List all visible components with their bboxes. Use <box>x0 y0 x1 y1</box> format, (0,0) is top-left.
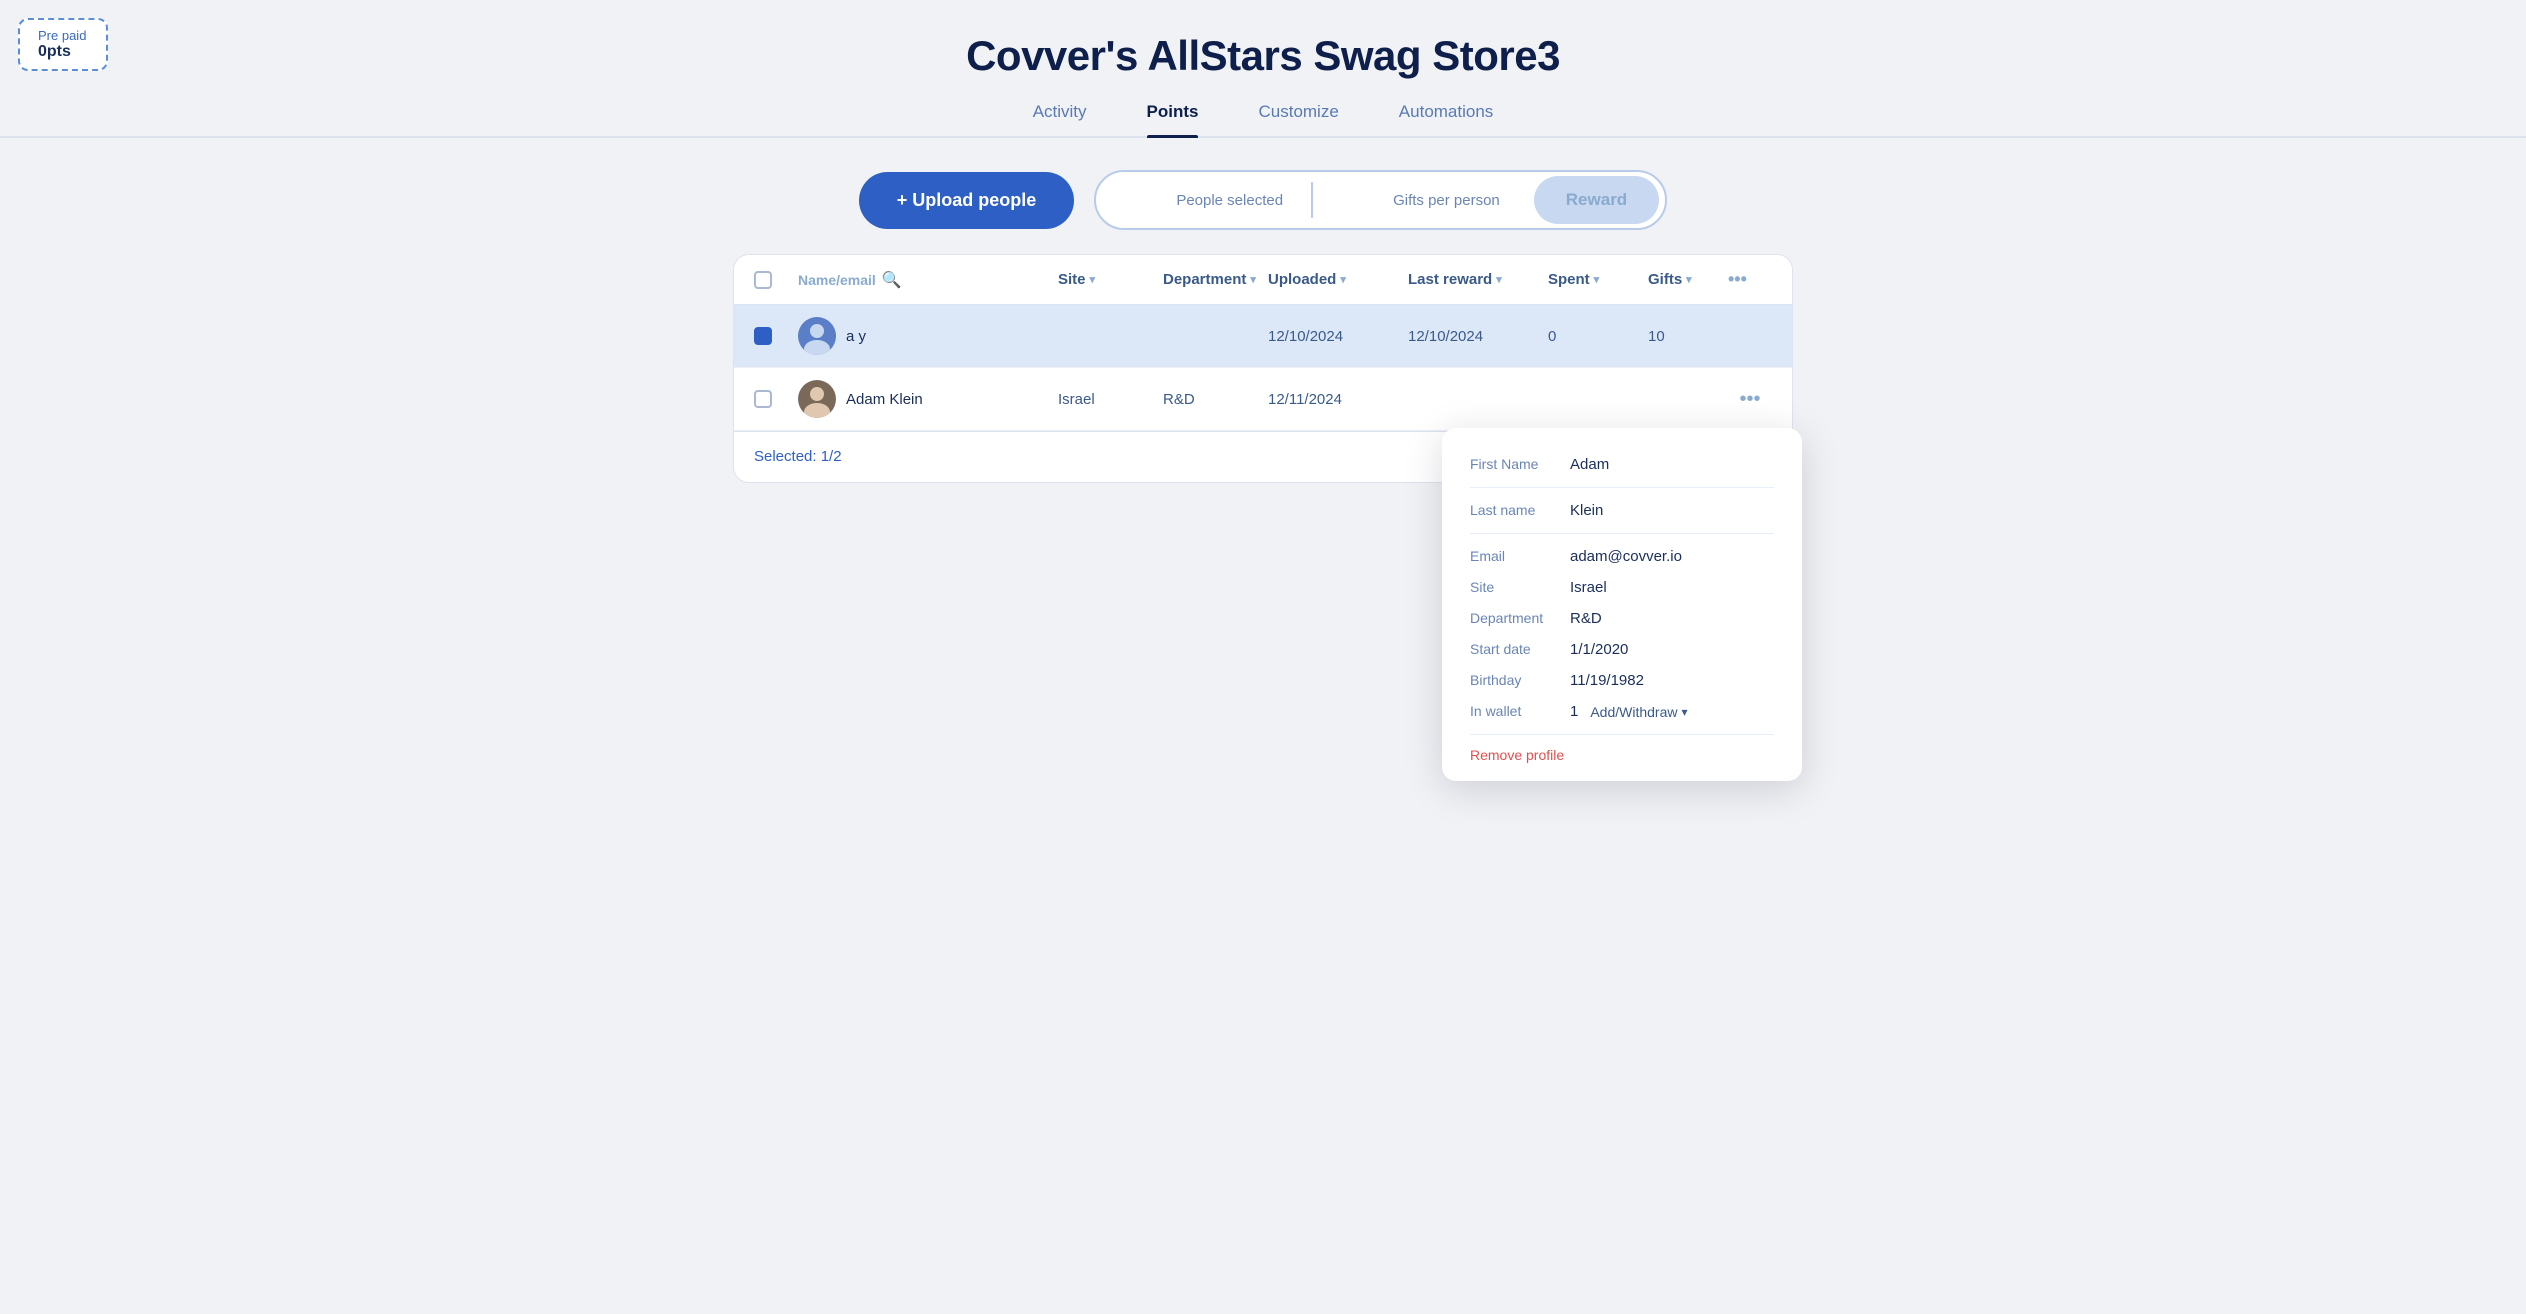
last-reward-sort-icon: ▾ <box>1496 273 1502 286</box>
uploaded-sort-icon: ▾ <box>1340 273 1346 286</box>
row2-department: R&D <box>1163 391 1268 408</box>
table-row: a y 12/10/2024 12/10/2024 0 10 <box>734 305 1792 368</box>
first-name-value: Adam <box>1570 456 1609 473</box>
page-title: Covver's AllStars Swag Store3 <box>0 32 2526 80</box>
people-selected-label: People selected <box>1176 192 1283 209</box>
col-department[interactable]: Department ▾ <box>1163 271 1268 288</box>
people-selected-input[interactable]: 1 <box>1124 187 1164 213</box>
col-site[interactable]: Site ▾ <box>1058 271 1163 288</box>
table-header: Name/email 🔍 Site ▾ Department ▾ Uploade… <box>734 255 1792 305</box>
row1-uploaded: 12/10/2024 <box>1268 328 1408 345</box>
reward-button[interactable]: Reward <box>1534 176 1659 224</box>
email-label: Email <box>1470 548 1560 564</box>
search-icon[interactable]: 🔍 <box>882 270 902 290</box>
spent-sort-icon: ▾ <box>1594 273 1600 286</box>
toolbar-row: + Upload people 1 People selected 0 Gift… <box>733 170 1793 230</box>
add-withdraw-button[interactable]: Add/Withdraw ▾ <box>1590 704 1687 720</box>
col-last-reward[interactable]: Last reward ▾ <box>1408 271 1548 288</box>
row2-person[interactable]: Adam Klein <box>798 380 1058 418</box>
last-name-label: Last name <box>1470 502 1560 518</box>
first-name-label: First Name <box>1470 456 1560 472</box>
site-value: Israel <box>1570 579 1607 596</box>
row1-last-reward: 12/10/2024 <box>1408 328 1548 345</box>
last-name-value: Klein <box>1570 502 1603 519</box>
upload-people-button[interactable]: + Upload people <box>859 172 1075 229</box>
department-label: Department <box>1470 610 1560 626</box>
tab-activity[interactable]: Activity <box>1033 102 1087 136</box>
row2-checkbox[interactable] <box>754 390 798 408</box>
col-gifts[interactable]: Gifts ▾ <box>1648 271 1728 288</box>
start-date-label: Start date <box>1470 641 1560 657</box>
site-sort-icon: ▾ <box>1090 273 1096 286</box>
row2-more-button[interactable]: ••• <box>1728 384 1772 415</box>
row1-person[interactable]: a y <box>798 317 1058 355</box>
prepaid-label: Pre paid <box>38 28 88 43</box>
prepaid-value: 0pts <box>38 43 88 61</box>
site-row: Site Israel <box>1470 579 1774 596</box>
in-wallet-content: 1 Add/Withdraw ▾ <box>1570 703 1688 720</box>
row1-checkbox[interactable] <box>754 327 798 345</box>
selected-count: Selected: 1/2 <box>754 448 842 465</box>
people-selected-segment: 1 People selected <box>1096 187 1311 213</box>
gifts-per-person-segment: 0 Gifts per person <box>1313 187 1528 213</box>
in-wallet-label: In wallet <box>1470 703 1560 719</box>
gifts-sort-icon: ▾ <box>1686 273 1692 286</box>
row2-name: Adam Klein <box>846 391 923 408</box>
table-row: Adam Klein Israel R&D 12/11/2024 ••• Fir… <box>734 368 1792 431</box>
row1-name: a y <box>846 328 866 345</box>
gifts-per-person-label: Gifts per person <box>1393 192 1500 209</box>
gifts-per-person-input[interactable]: 0 <box>1341 187 1381 213</box>
select-all-checkbox[interactable] <box>754 271 798 289</box>
main-content: + Upload people 1 People selected 0 Gift… <box>713 138 1813 515</box>
reward-bar: 1 People selected 0 Gifts per person Rew… <box>1094 170 1667 230</box>
birthday-row: Birthday 11/19/1982 <box>1470 672 1774 689</box>
tab-automations[interactable]: Automations <box>1399 102 1494 136</box>
department-sort-icon: ▾ <box>1250 273 1256 286</box>
row1-spent: 0 <box>1548 328 1648 345</box>
tab-customize[interactable]: Customize <box>1258 102 1338 136</box>
row2-site: Israel <box>1058 391 1163 408</box>
site-label: Site <box>1470 579 1560 595</box>
row2-uploaded: 12/11/2024 <box>1268 391 1408 408</box>
people-table: Name/email 🔍 Site ▾ Department ▾ Uploade… <box>733 254 1793 483</box>
email-row: Email adam@covver.io <box>1470 548 1774 565</box>
first-name-row: First Name Adam <box>1470 456 1774 488</box>
last-name-row: Last name Klein <box>1470 502 1774 534</box>
prepaid-badge: Pre paid 0pts <box>18 18 108 71</box>
person-detail-popup: First Name Adam Last name Klein Email ad… <box>1442 428 1802 781</box>
page-header: Covver's AllStars Swag Store3 Activity P… <box>0 0 2526 138</box>
in-wallet-row: In wallet 1 Add/Withdraw ▾ <box>1470 703 1774 720</box>
department-row: Department R&D <box>1470 610 1774 627</box>
nav-tabs: Activity Points Customize Automations <box>0 102 2526 138</box>
birthday-label: Birthday <box>1470 672 1560 688</box>
birthday-value: 11/19/1982 <box>1570 672 1644 689</box>
col-more[interactable]: ••• <box>1728 269 1772 290</box>
department-value: R&D <box>1570 610 1602 627</box>
remove-profile-button[interactable]: Remove profile <box>1470 734 1774 763</box>
in-wallet-value: 1 <box>1570 703 1578 720</box>
row1-gifts: 10 <box>1648 328 1728 345</box>
col-uploaded[interactable]: Uploaded ▾ <box>1268 271 1408 288</box>
col-name: Name/email 🔍 <box>798 270 1058 290</box>
chevron-down-icon: ▾ <box>1682 705 1688 719</box>
more-options-icon[interactable]: ••• <box>1728 269 1747 290</box>
tab-points[interactable]: Points <box>1147 102 1199 136</box>
start-date-row: Start date 1/1/2020 <box>1470 641 1774 658</box>
col-spent[interactable]: Spent ▾ <box>1548 271 1648 288</box>
email-value: adam@covver.io <box>1570 548 1682 565</box>
start-date-value: 1/1/2020 <box>1570 641 1628 658</box>
